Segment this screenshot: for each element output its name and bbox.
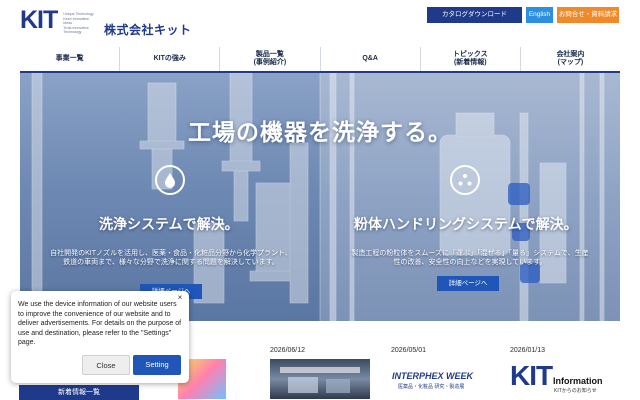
news-thumb-1[interactable]	[270, 359, 370, 399]
logo-tagline: Unique Technology Keen Innovative Ideas …	[63, 12, 94, 35]
cleaning-system-title: 洗浄システムで解決。	[99, 216, 239, 232]
news-date-2: 2026/05/01	[391, 347, 427, 354]
company-name[interactable]: 株式会社キット	[104, 21, 192, 38]
inquiry-button[interactable]: お問合せ・資料請求	[557, 7, 619, 23]
english-button[interactable]: English	[526, 7, 553, 23]
water-drop-icon	[155, 165, 185, 195]
news-thumb-2[interactable]: INTERPHEX WEEK 医薬品・化粧品 研究・製造展	[390, 359, 490, 399]
catalog-download-button[interactable]: カタログダウンロード	[427, 7, 522, 23]
powder-icon	[450, 165, 480, 195]
nav-item-qa[interactable]: Q&A	[321, 47, 421, 71]
nav-item-company[interactable]: 会社案内 (マップ)	[521, 47, 620, 71]
nav-item-topics[interactable]: トピックス (新着情報)	[421, 47, 521, 71]
main-nav: 事業一覧 KITの強み 製品一覧 (事例紹介) Q&A トピックス (新着情報)…	[20, 47, 620, 73]
powder-system-title: 粉体ハンドリングシステムで解決。	[354, 216, 578, 232]
logo-mark: KIT	[20, 6, 58, 34]
cookie-close-button[interactable]: Close	[82, 355, 130, 375]
interphex-logo-text: INTERPHEX WEEK	[392, 371, 474, 381]
powder-system-description: 製造工程の粉粒体をスムーズに「運ぶ」「混ぜる」「量る」システムで、生産性の改善、…	[351, 250, 589, 266]
cookie-setting-button[interactable]: Setting	[133, 355, 181, 375]
hero-equipment-illustration	[31, 73, 605, 321]
cookie-consent-dialog: × We use the device information of our w…	[11, 291, 189, 383]
hero-title: 工場の機器を洗浄する。	[188, 119, 452, 145]
news-date-1: 2026/06/12	[270, 347, 306, 354]
kit-info-subtitle: KITからのお知らせ	[554, 388, 597, 394]
exhibition-booth-photo	[280, 367, 360, 393]
cleaning-system-description: 自社開発のKITノズルを活用し、医薬・食品・化粧品分野から化学プラント、鉄道の車…	[50, 250, 292, 266]
interphex-logo-subtitle: 医薬品・化粧品 研究・製造展	[398, 384, 465, 390]
nav-item-products[interactable]: 製品一覧 (事例紹介)	[220, 47, 321, 71]
news-thumb-3[interactable]: KIT Information KITからのお知らせ	[510, 359, 620, 399]
nav-item-strengths[interactable]: KITの強み	[120, 47, 221, 71]
header-buttons: カタログダウンロード English お問合せ・資料請求	[427, 7, 619, 23]
kit-info-title: Information	[553, 376, 603, 386]
news-list-button[interactable]: 新着情報一覧	[19, 385, 139, 400]
kit-info-logo: KIT	[510, 360, 553, 391]
cookie-consent-text: We use the device information of our web…	[18, 301, 182, 347]
logo[interactable]: KIT Unique Technology Keen Innovative Id…	[20, 6, 97, 40]
nav-item-business[interactable]: 事業一覧	[20, 47, 121, 71]
news-date-3: 2026/01/13	[510, 347, 546, 354]
powder-detail-button[interactable]: 詳細ページへ	[437, 276, 499, 291]
hero-banner: 工場の機器を洗浄する。 洗浄システムで解決。 自社開発のKITノズルを活用し、医…	[20, 73, 620, 321]
